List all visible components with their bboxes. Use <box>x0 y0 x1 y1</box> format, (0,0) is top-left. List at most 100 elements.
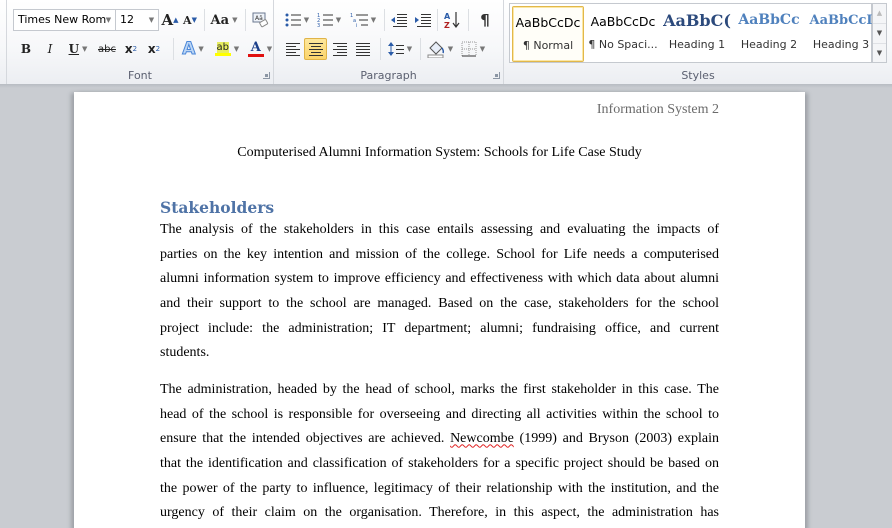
numbering-icon: 123 <box>317 13 333 27</box>
multilevel-list-icon: 1ai <box>350 13 368 27</box>
text-line: the power of the party to influence, leg… <box>160 480 719 496</box>
strikethrough-button[interactable]: abc <box>96 38 118 60</box>
shrink-font-button[interactable]: A ▼ <box>181 9 199 31</box>
font-color-bar <box>247 53 264 57</box>
highlighter-icon: ab <box>214 42 231 56</box>
separator <box>380 38 381 60</box>
styles-gallery-scroll: ▲ ▼ ▼ <box>872 3 887 63</box>
text-line: head of the school is responsible for ov… <box>160 406 719 422</box>
page-header: Information System 2 <box>596 102 719 117</box>
text-line: project include: the administration; IT … <box>160 320 719 336</box>
font-group: Times New Rom ▼ 12 ▼ A ▲ A ▼ Aa ▼ Aā B I U ▼ <box>6 0 274 84</box>
svg-text:Z: Z <box>444 21 450 29</box>
font-name-combo[interactable]: Times New Rom ▼ <box>13 9 116 31</box>
document-title: Computerised Alumni Information System: … <box>237 145 642 160</box>
paint-bucket-icon <box>427 41 444 58</box>
subscript-button[interactable]: x2 <box>121 38 141 60</box>
font-size-value: 12 <box>120 13 134 26</box>
style-name: ¶ No Spaci... <box>588 38 658 51</box>
shrink-font-icon: A <box>183 13 192 27</box>
paragraph-dialog-launcher-icon[interactable] <box>493 72 500 79</box>
style-heading-3[interactable]: AaBbCcI Heading 3 <box>805 6 877 62</box>
styles-group: AaBbCcDc ¶ Normal AaBbCcDc ¶ No Spaci...… <box>504 0 892 84</box>
style-name: ¶ Normal <box>522 39 574 52</box>
paragraph-group: ▼ 1 2 3 ▼ 1 a i ▼ AZ ¶ ▼ ▼ ▼ Paragraph <box>274 0 504 84</box>
highlight-button[interactable]: ab ▼ <box>212 38 242 60</box>
chevron-down-icon[interactable]: ▼ <box>104 10 113 30</box>
style-name: Heading 3 <box>812 38 870 51</box>
line-spacing-icon <box>387 42 404 56</box>
font-name-value: Times New Rom <box>18 13 107 26</box>
align-center-icon <box>308 42 323 56</box>
text-line: parties on the key intention and mission… <box>160 246 719 262</box>
clear-formatting-button[interactable]: Aā <box>250 9 270 31</box>
more-styles-icon[interactable]: ▼ <box>873 44 886 64</box>
separator <box>468 9 469 31</box>
font-dialog-launcher-icon[interactable] <box>263 72 270 79</box>
borders-button[interactable]: ▼ <box>458 38 488 60</box>
ribbon: Times New Rom ▼ 12 ▼ A ▲ A ▼ Aa ▼ Aā B I U ▼ <box>0 0 892 88</box>
text-effects-button[interactable]: A ▼ <box>179 38 207 60</box>
scroll-down-icon[interactable]: ▼ <box>873 24 886 44</box>
increase-indent-button[interactable] <box>412 9 434 31</box>
text-line: The analysis of the stakeholders in this… <box>160 222 719 237</box>
align-center-button[interactable] <box>304 38 327 60</box>
shading-button[interactable]: ▼ <box>425 38 455 60</box>
style-sample: AaBbCc <box>738 12 800 28</box>
superscript-button[interactable]: x2 <box>144 38 164 60</box>
font-color-button[interactable]: A ▼ <box>245 38 275 60</box>
increase-indent-icon <box>415 14 431 27</box>
decrease-indent-icon <box>391 14 407 27</box>
svg-text:3: 3 <box>317 23 320 27</box>
justify-button[interactable] <box>352 38 374 60</box>
style-normal[interactable]: AaBbCcDc ¶ Normal <box>512 6 584 62</box>
text-line: that the identification and classificati… <box>160 456 719 472</box>
separator <box>204 9 205 31</box>
style-name: Heading 2 <box>740 38 798 51</box>
borders-icon <box>461 41 477 57</box>
align-right-icon <box>333 42 347 56</box>
multilevel-list-button[interactable]: 1 a i ▼ <box>346 9 380 31</box>
separator <box>384 9 385 31</box>
align-left-icon <box>286 42 300 56</box>
style-no-spacing[interactable]: AaBbCcDc ¶ No Spaci... <box>587 6 659 62</box>
change-case-button[interactable]: Aa ▼ <box>209 9 239 31</box>
paragraph-group-label: Paragraph <box>360 69 417 82</box>
decrease-indent-button[interactable] <box>388 9 410 31</box>
separator <box>173 38 174 60</box>
grow-font-button[interactable]: A ▲ <box>160 9 180 31</box>
underline-button[interactable]: U ▼ <box>63 38 93 60</box>
show-formatting-marks-button[interactable]: ¶ <box>475 9 495 31</box>
style-sample: AaBbC( <box>663 11 731 30</box>
paragraph-2: The administration, headed by the head o… <box>160 378 719 526</box>
pilcrow-icon: ¶ <box>480 11 490 29</box>
bullets-button[interactable]: ▼ <box>282 9 312 31</box>
bold-button[interactable]: B <box>17 38 35 60</box>
misspelled-word[interactable]: Newcombe <box>450 431 514 446</box>
scroll-up-icon[interactable]: ▲ <box>873 4 886 24</box>
justify-icon <box>356 42 370 56</box>
style-heading-2[interactable]: AaBbCc Heading 2 <box>733 6 805 62</box>
style-sample: AaBbCcDc <box>590 14 656 29</box>
change-case-icon: Aa <box>210 12 230 28</box>
align-left-button[interactable] <box>282 38 304 60</box>
chevron-down-icon[interactable]: ▼ <box>147 10 156 30</box>
bullets-icon <box>285 13 301 27</box>
section-heading: Stakeholders <box>160 198 275 217</box>
document-page[interactable]: Information System 2 Computerised Alumni… <box>74 92 805 528</box>
numbering-button[interactable]: 1 2 3 ▼ <box>314 9 344 31</box>
strikethrough-icon: abc <box>98 43 116 55</box>
svg-text:A: A <box>444 12 451 21</box>
font-group-label: Font <box>128 69 152 82</box>
line-spacing-button[interactable]: ▼ <box>385 38 415 60</box>
clear-formatting-icon: Aā <box>252 12 269 28</box>
italic-button[interactable]: I <box>41 38 59 60</box>
bold-icon: B <box>20 42 32 56</box>
style-heading-1[interactable]: AaBbC( Heading 1 <box>661 6 733 62</box>
sort-az-icon: AZ <box>444 12 460 29</box>
sort-button[interactable]: AZ <box>441 9 463 31</box>
separator <box>437 9 438 31</box>
align-right-button[interactable] <box>329 38 351 60</box>
font-size-combo[interactable]: 12 ▼ <box>115 9 159 31</box>
text-segment: (1999) and Bryson (2003) explain <box>513 431 719 447</box>
